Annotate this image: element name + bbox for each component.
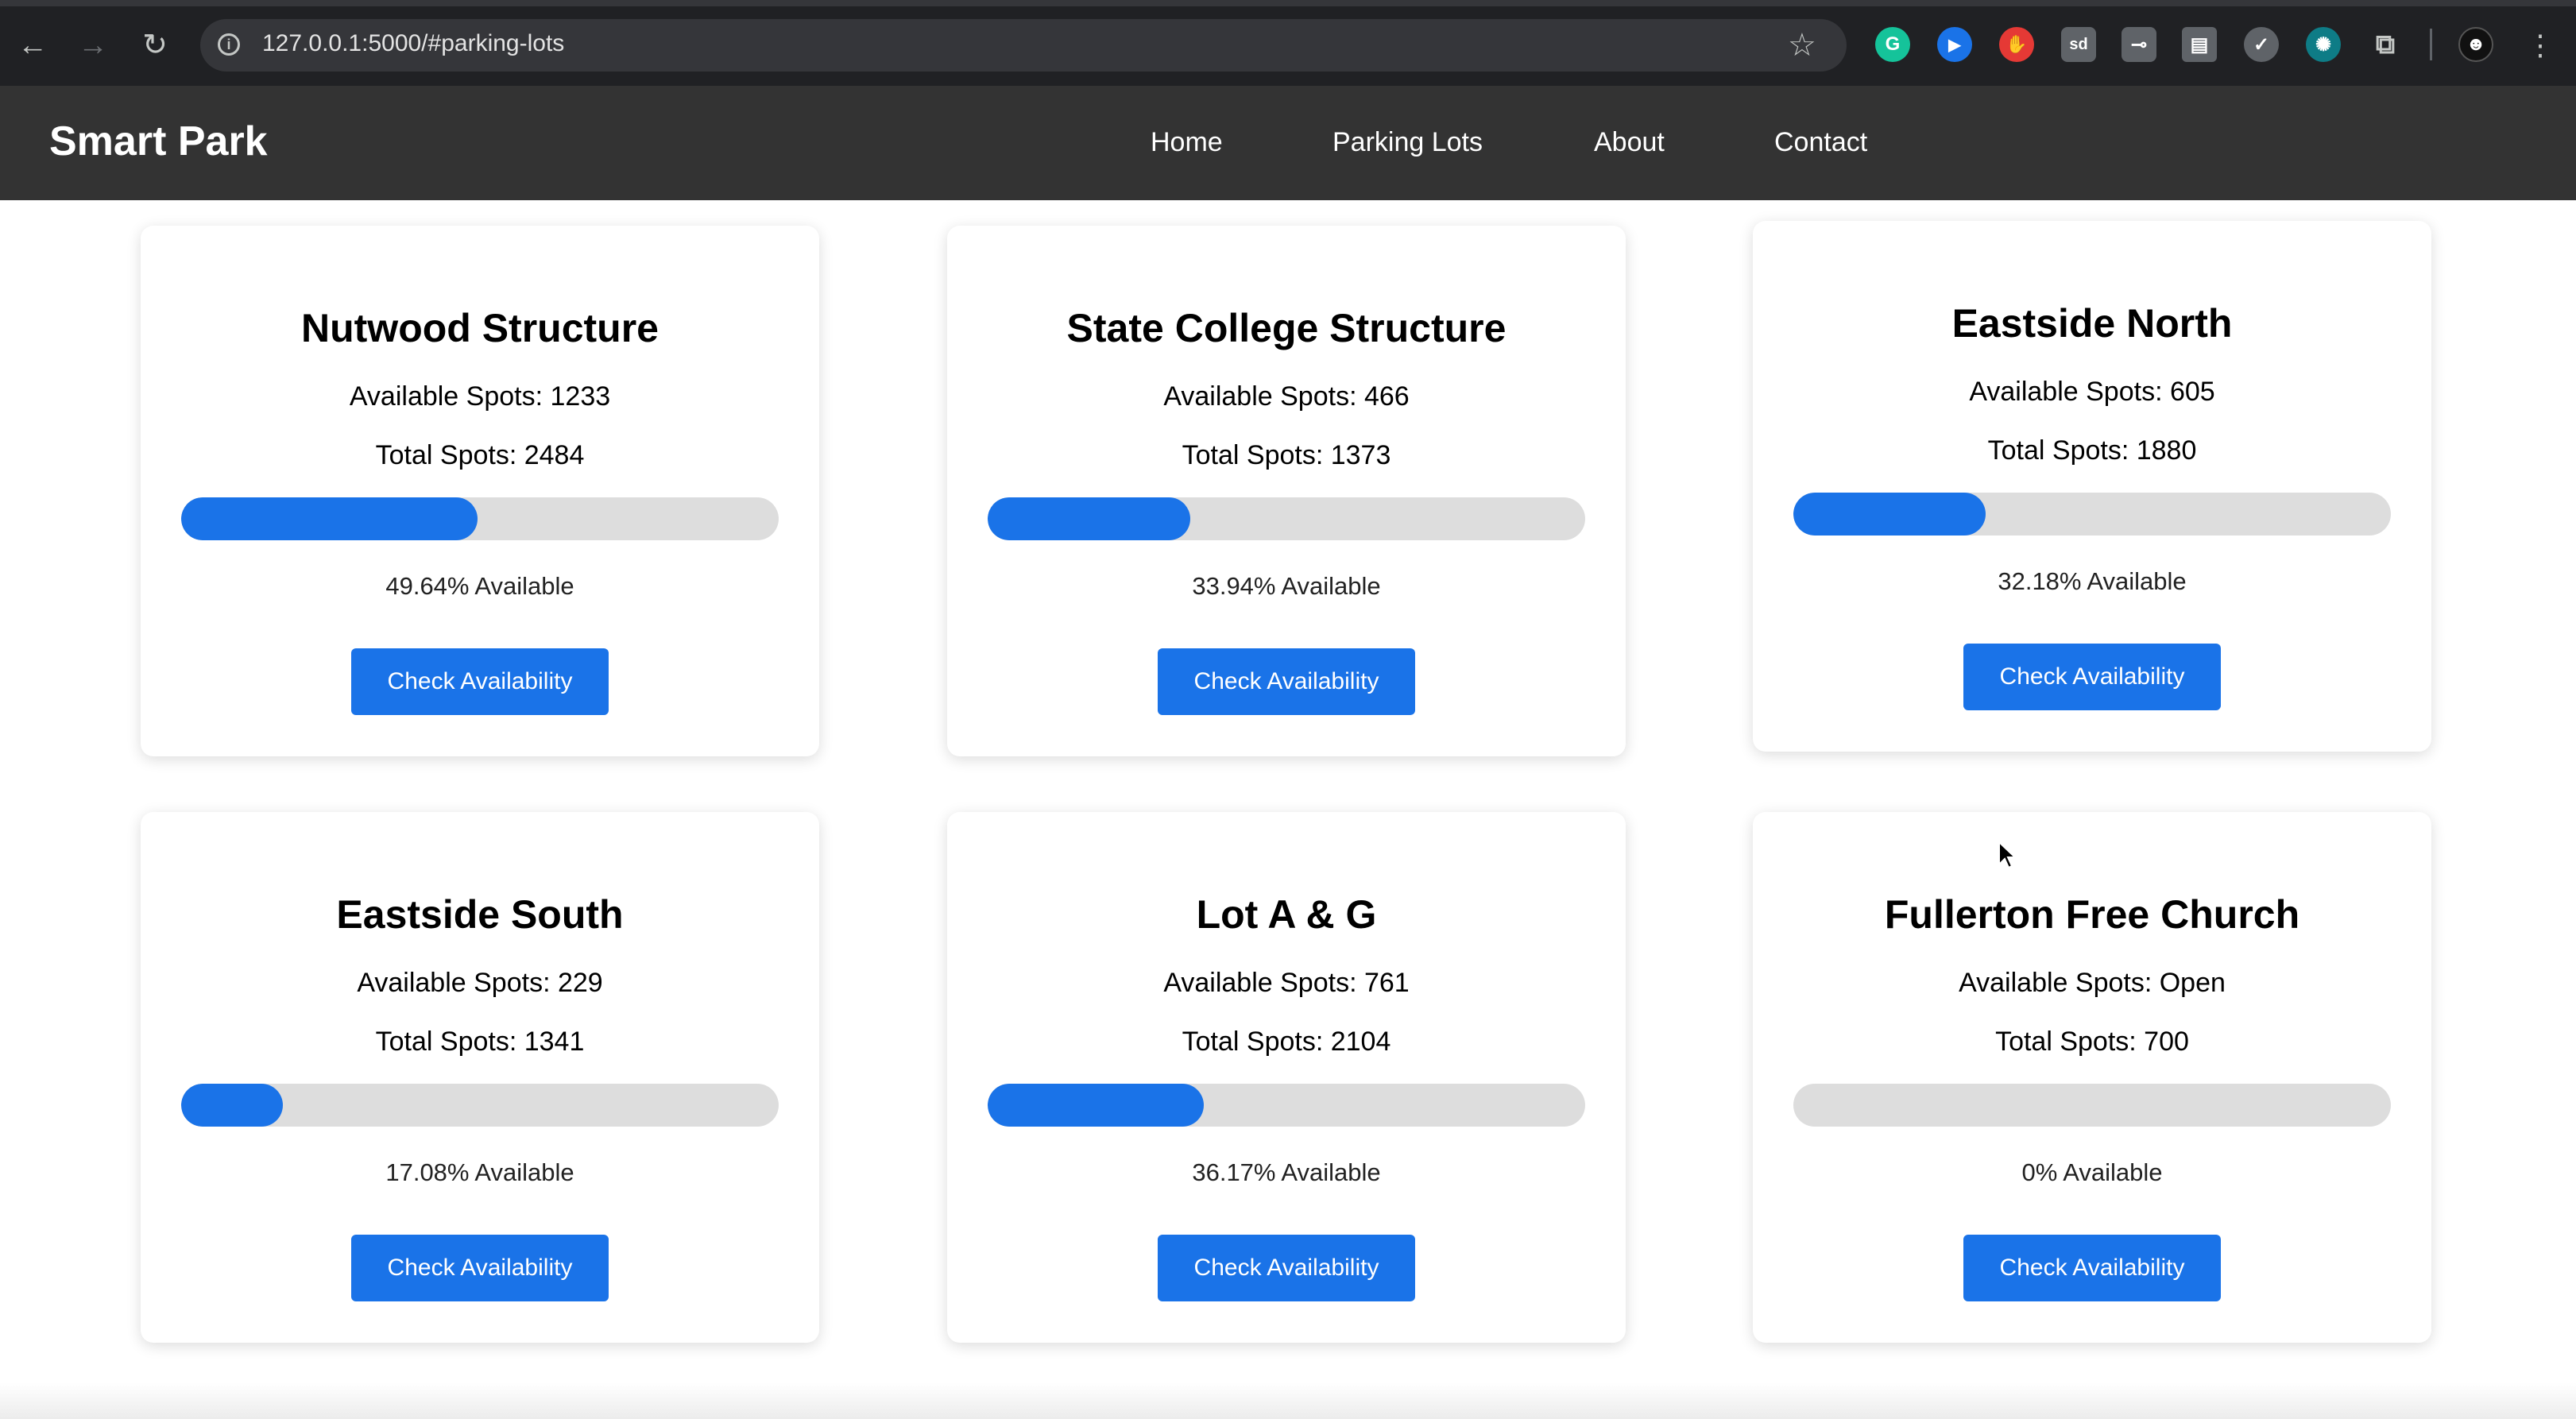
availability-progress-fill: [181, 1084, 284, 1127]
check-availability-button[interactable]: Check Availability: [1963, 1235, 2221, 1301]
parking-lot-card: Eastside South Available Spots: 229 Tota…: [141, 812, 819, 1343]
availability-progress-bar: [988, 1084, 1585, 1127]
available-spots: Available Spots: 229: [357, 968, 603, 998]
parking-lot-card: Nutwood Structure Available Spots: 1233 …: [141, 226, 819, 756]
mouse-cursor-icon: [1998, 841, 2017, 869]
available-spots: Available Spots: 466: [1163, 381, 1410, 412]
availability-progress-bar: [181, 497, 779, 540]
check-availability-button[interactable]: Check Availability: [351, 1235, 609, 1301]
shield-extension-icon[interactable]: ✓: [2244, 27, 2279, 62]
lot-name: Fullerton Free Church: [1884, 892, 2300, 937]
total-spots: Total Spots: 1880: [1987, 435, 2197, 466]
availability-percent: 49.64% Available: [385, 572, 574, 600]
available-spots: Available Spots: 1233: [349, 381, 611, 412]
brand-logo-text[interactable]: Smart Park: [49, 118, 268, 165]
available-spots: Available Spots: 605: [1969, 377, 2215, 407]
total-spots: Total Spots: 700: [1995, 1027, 2189, 1057]
availability-percent: 33.94% Available: [1192, 572, 1381, 600]
puzzle-extensions-icon[interactable]: ⧉: [2368, 27, 2403, 62]
parking-lot-card: State College Structure Available Spots:…: [947, 226, 1626, 756]
grammarly-icon[interactable]: G: [1875, 27, 1910, 62]
availability-progress-fill: [181, 497, 478, 540]
lot-name: Eastside North: [1951, 301, 2233, 346]
availability-progress-bar: [1793, 1084, 2391, 1127]
nav-link-home[interactable]: Home: [1151, 127, 1223, 158]
stop-hand-icon[interactable]: ✋: [1999, 27, 2034, 62]
key-extension-icon[interactable]: ⊸: [2122, 27, 2156, 62]
check-availability-button[interactable]: Check Availability: [1963, 644, 2221, 710]
tab-strip: [0, 0, 2576, 6]
availability-percent: 32.18% Available: [1998, 567, 2187, 595]
kebab-menu-icon[interactable]: ⋮: [2519, 24, 2562, 67]
available-spots: Available Spots: Open: [1959, 968, 2226, 998]
total-spots: Total Spots: 1373: [1182, 440, 1391, 470]
availability-progress-bar: [1793, 493, 2391, 536]
check-availability-button[interactable]: Check Availability: [351, 648, 609, 715]
play-extension-icon[interactable]: ▶: [1937, 27, 1972, 62]
check-availability-button[interactable]: Check Availability: [1158, 648, 1415, 715]
parking-lot-card: Lot A & G Available Spots: 761 Total Spo…: [947, 812, 1626, 1343]
lot-name: Nutwood Structure: [301, 306, 659, 350]
sd-extension-icon[interactable]: sd: [2061, 27, 2096, 62]
availability-progress-bar: [988, 497, 1585, 540]
available-spots: Available Spots: 761: [1163, 968, 1410, 998]
total-spots: Total Spots: 2104: [1182, 1027, 1391, 1057]
availability-percent: 17.08% Available: [385, 1158, 574, 1186]
page-bottom-shade: [0, 1382, 2576, 1419]
url-text[interactable]: 127.0.0.1:5000/#parking-lots: [262, 30, 564, 57]
availability-progress-bar: [181, 1084, 779, 1127]
check-availability-button[interactable]: Check Availability: [1158, 1235, 1415, 1301]
forward-arrow-icon[interactable]: →: [72, 24, 114, 67]
availability-progress-fill: [988, 1084, 1204, 1127]
availability-percent: 36.17% Available: [1192, 1158, 1381, 1186]
nav-link-about[interactable]: About: [1594, 127, 1665, 158]
availability-progress-fill: [1793, 493, 1986, 536]
lot-name: State College Structure: [1066, 306, 1507, 350]
availability-percent: 0% Available: [2021, 1158, 2163, 1186]
profile-avatar[interactable]: ☻: [2458, 27, 2493, 62]
parking-lot-card: Eastside North Available Spots: 605 Tota…: [1753, 221, 2431, 752]
availability-progress-fill: [988, 497, 1191, 540]
lot-name: Lot A & G: [1196, 892, 1377, 937]
lot-name: Eastside South: [336, 892, 624, 937]
total-spots: Total Spots: 2484: [375, 440, 585, 470]
total-spots: Total Spots: 1341: [375, 1027, 585, 1057]
document-extension-icon[interactable]: ▤: [2182, 27, 2217, 62]
bookmark-star-icon[interactable]: ☆: [1788, 24, 1816, 67]
toolbar-separator: [2430, 29, 2432, 60]
site-info-icon[interactable]: i: [218, 33, 240, 56]
nav-link-contact[interactable]: Contact: [1774, 127, 1867, 158]
reload-icon[interactable]: ↻: [133, 24, 176, 67]
parking-lot-card: Fullerton Free Church Available Spots: O…: [1753, 812, 2431, 1343]
globe-extension-icon[interactable]: ✺: [2306, 27, 2341, 62]
site-header: [0, 86, 2576, 200]
back-arrow-icon[interactable]: ←: [11, 24, 54, 67]
nav-link-parking-lots[interactable]: Parking Lots: [1332, 127, 1483, 158]
